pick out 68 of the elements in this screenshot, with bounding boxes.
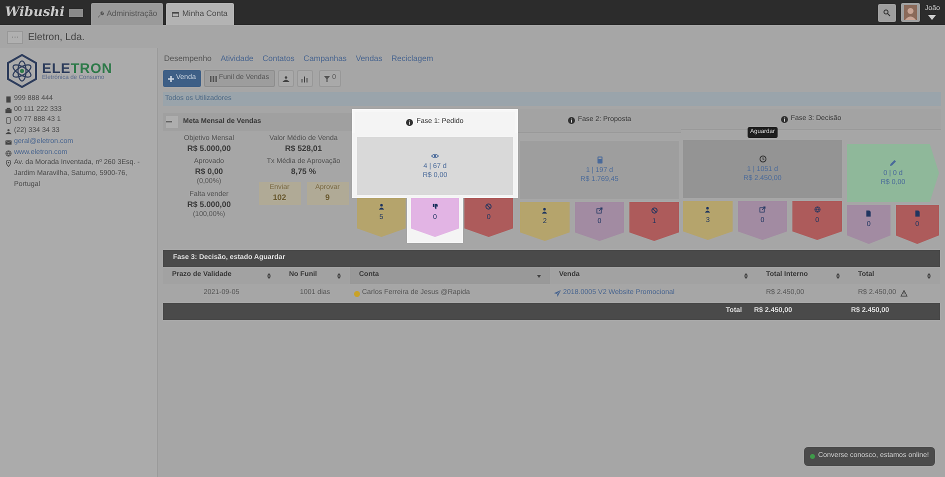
avatar-button[interactable] bbox=[900, 3, 920, 22]
stat-value: R$ 528,01 bbox=[285, 143, 322, 154]
company-name: Eletron, Lda. bbox=[28, 31, 85, 45]
avatar-icon bbox=[904, 5, 917, 20]
person-icon bbox=[704, 206, 712, 213]
globe-icon bbox=[5, 150, 12, 157]
stat-value: R$ 0,00 bbox=[194, 166, 224, 177]
columns-icon bbox=[210, 76, 217, 82]
filter-icon bbox=[324, 76, 330, 82]
section-tab[interactable]: Contatos bbox=[262, 53, 295, 65]
building-icon bbox=[5, 96, 12, 103]
clock-icon bbox=[758, 155, 766, 163]
sort-icon bbox=[836, 272, 840, 278]
sort-icon bbox=[337, 272, 341, 278]
stat-value: R$ 5.000,00 bbox=[187, 199, 231, 210]
counter-value: 9 bbox=[325, 192, 330, 203]
sort-down-icon bbox=[537, 272, 541, 278]
info-icon bbox=[568, 117, 575, 124]
ban-icon bbox=[650, 207, 658, 214]
version-badge-icon bbox=[68, 8, 83, 16]
ban-icon bbox=[485, 203, 492, 210]
external-link-icon bbox=[596, 207, 603, 214]
info-icon bbox=[780, 116, 788, 122]
fax-icon bbox=[5, 106, 12, 114]
people-icon bbox=[5, 128, 12, 136]
section-tab[interactable]: Campanhas bbox=[304, 53, 347, 65]
paper-plane-icon bbox=[554, 290, 561, 297]
stat-value: R$ 5.000,00 bbox=[187, 143, 231, 154]
envelope-icon bbox=[5, 138, 12, 146]
app-logo: Wibushi bbox=[5, 4, 65, 22]
mobile-phone-icon bbox=[5, 117, 12, 124]
search-icon bbox=[882, 8, 891, 16]
section-tab[interactable]: Reciclagem bbox=[391, 53, 434, 65]
section-tab[interactable]: Atividade bbox=[220, 53, 254, 65]
wrench-icon bbox=[96, 10, 104, 18]
person-icon bbox=[541, 207, 548, 214]
search-button[interactable] bbox=[878, 4, 896, 22]
people-icon bbox=[282, 74, 290, 82]
sort-icon bbox=[927, 272, 931, 278]
brand-name: ELETRON bbox=[42, 61, 112, 75]
section-tab[interactable]: Desempenho bbox=[164, 53, 212, 65]
nav-tab[interactable]: Administração bbox=[90, 3, 164, 25]
atom-logo-icon bbox=[5, 54, 39, 88]
section-tab[interactable]: Vendas bbox=[356, 53, 382, 65]
sort-icon bbox=[744, 272, 748, 278]
bar-chart-icon bbox=[301, 74, 310, 82]
id-card-icon bbox=[172, 10, 180, 18]
person-icon bbox=[378, 203, 385, 210]
sort-icon bbox=[267, 272, 271, 278]
nav-tab[interactable]: Minha Conta bbox=[166, 3, 234, 25]
counter-value: 102 bbox=[272, 192, 286, 203]
globe-icon bbox=[814, 206, 821, 213]
pencil-icon bbox=[889, 159, 897, 167]
team-button[interactable] bbox=[278, 70, 294, 87]
minus-icon bbox=[166, 121, 172, 123]
document-icon bbox=[865, 210, 872, 217]
document-icon bbox=[914, 210, 921, 217]
chart-button[interactable] bbox=[297, 70, 314, 87]
collapse-button[interactable] bbox=[166, 116, 178, 128]
info-icon bbox=[406, 119, 414, 126]
stat-value: 8,75 % bbox=[291, 166, 316, 177]
thumbs-down-icon bbox=[432, 203, 438, 210]
eye-icon bbox=[431, 152, 439, 160]
calculator-icon bbox=[596, 156, 604, 164]
caret-down-icon bbox=[928, 15, 936, 20]
external-link-icon bbox=[759, 206, 766, 213]
map-pin-icon bbox=[5, 160, 12, 168]
plus-icon bbox=[168, 76, 174, 82]
